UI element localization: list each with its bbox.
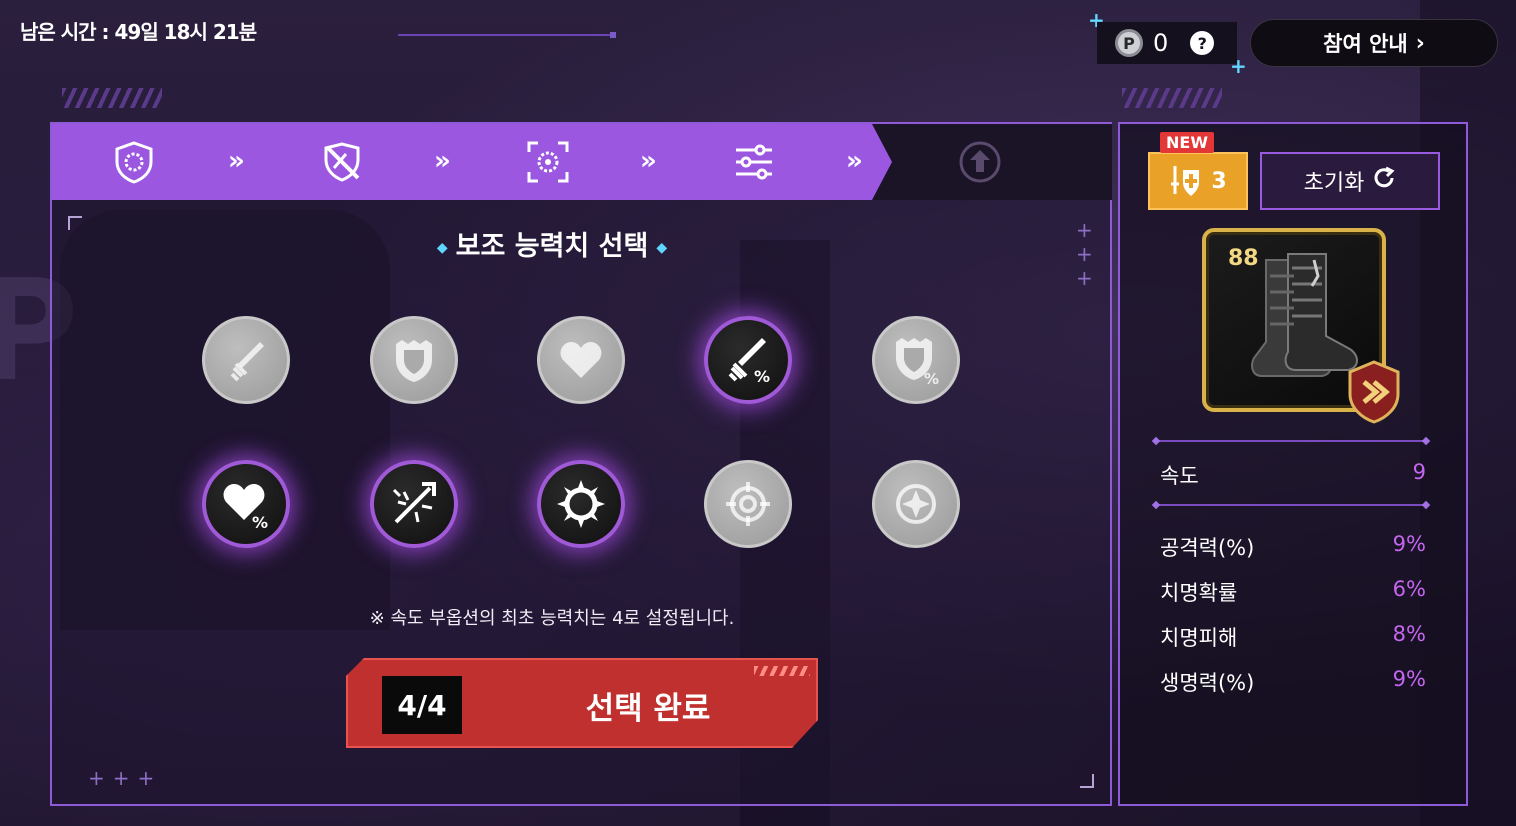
option-crit-damage[interactable] bbox=[537, 460, 625, 548]
slashed-shield-sword-icon bbox=[318, 138, 366, 186]
corner-bracket bbox=[1080, 774, 1094, 788]
sub-stat-value: 8% bbox=[1392, 622, 1426, 646]
option-effect-resistance[interactable] bbox=[872, 460, 960, 548]
option-effectiveness[interactable] bbox=[704, 460, 792, 548]
deco-stripes-right bbox=[1122, 88, 1222, 108]
timer-divider bbox=[398, 32, 616, 38]
sub-stat-row: 치명피해 8% bbox=[1160, 622, 1426, 652]
option-defense-percent[interactable]: % bbox=[872, 316, 960, 404]
sub-stat-row: 생명력(%) 9% bbox=[1160, 667, 1426, 697]
step-arrow-icon: » bbox=[846, 146, 863, 176]
new-badge: NEW bbox=[1160, 132, 1214, 153]
main-stat-row: 속도 9 bbox=[1160, 460, 1426, 490]
button-stripes bbox=[754, 666, 810, 676]
step-progress-bar: » » » » bbox=[52, 124, 1112, 200]
option-defense[interactable] bbox=[370, 316, 458, 404]
speed-substat-note: ※ 속도 부옵션의 최초 능력치는 4로 설정됩니다. bbox=[369, 608, 735, 629]
enhancement-badge[interactable]: 3 bbox=[1148, 152, 1248, 210]
option-health[interactable] bbox=[537, 316, 625, 404]
crosshair-icon bbox=[726, 482, 770, 526]
svg-text:%: % bbox=[252, 513, 268, 532]
help-icon[interactable]: ? bbox=[1190, 31, 1215, 55]
grade-emblem-icon bbox=[1348, 360, 1400, 424]
sub-stat-value: 9% bbox=[1392, 532, 1426, 556]
reset-button-label: 초기화 bbox=[1303, 171, 1365, 196]
main-stat-label: 속도 bbox=[1160, 464, 1199, 488]
currency-value: 0 bbox=[1153, 29, 1169, 57]
page-title: ◆ 보조 능력치 선택 ◆ bbox=[436, 231, 668, 262]
option-crit-rate[interactable] bbox=[370, 460, 458, 548]
sub-stat-row: 치명확률 6% bbox=[1160, 577, 1426, 607]
sliders-icon bbox=[730, 138, 778, 186]
equipment-slot[interactable]: 88 bbox=[1202, 228, 1400, 424]
plus-deco-icon: +++ bbox=[88, 766, 163, 790]
confirm-selection-button[interactable]: 4/4 선택 완료 bbox=[346, 658, 818, 748]
step-arrow-icon: » bbox=[640, 146, 657, 176]
selection-panel: » » » » + + + +++ ◆ 보조 능력치 선택 ◆ % % % ※ … bbox=[50, 122, 1112, 806]
burst-ring-icon bbox=[557, 480, 605, 528]
heart-icon bbox=[560, 342, 602, 378]
diamond-icon: ◆ bbox=[656, 239, 668, 256]
sub-stat-value: 6% bbox=[1392, 577, 1426, 601]
shield-icon bbox=[396, 340, 432, 382]
point-coin-icon: P bbox=[1115, 29, 1143, 57]
guide-button-label: 참여 안내 bbox=[1323, 32, 1408, 56]
stat-divider bbox=[1156, 504, 1426, 506]
stat-divider bbox=[1156, 440, 1426, 442]
heart-percent-icon: % bbox=[223, 484, 268, 532]
sword-icon bbox=[230, 342, 264, 382]
participation-guide-button[interactable]: 참여 안내 › bbox=[1250, 19, 1498, 67]
diamond-icon: ◆ bbox=[436, 239, 448, 256]
star-ring-icon bbox=[896, 484, 936, 524]
svg-text:%: % bbox=[754, 367, 770, 386]
selection-count: 4/4 bbox=[382, 676, 462, 734]
sub-stat-label: 치명확률 bbox=[1160, 581, 1238, 605]
refresh-icon bbox=[1372, 166, 1396, 196]
plus-deco-icon: + bbox=[1230, 54, 1247, 78]
shield-percent-icon: % bbox=[896, 338, 939, 388]
sub-stat-label: 치명피해 bbox=[1160, 626, 1238, 650]
item-preview-panel: 3 NEW 초기화 88 속도 9 공격력(%) 9% 치명확률 6% 치명피해… bbox=[1118, 122, 1468, 806]
sub-stat-label: 공격력(%) bbox=[1160, 536, 1255, 560]
upgrade-icon bbox=[956, 138, 1004, 186]
step-arrow-icon: » bbox=[434, 146, 451, 176]
ring-shield-icon bbox=[110, 138, 158, 186]
crit-arrow-icon bbox=[392, 482, 436, 524]
chevron-right-icon: › bbox=[1415, 30, 1425, 56]
reset-button[interactable]: 초기화 bbox=[1260, 152, 1440, 210]
option-attack[interactable] bbox=[202, 316, 290, 404]
sword-shield-icon bbox=[1171, 166, 1200, 196]
deco-stripes-left bbox=[62, 88, 162, 108]
remaining-time: 남은 시간 : 49일 18시 21분 bbox=[20, 20, 257, 44]
step-arrow-icon: » bbox=[228, 146, 245, 176]
sword-percent-icon: % bbox=[728, 338, 770, 386]
sub-stat-label: 생명력(%) bbox=[1160, 671, 1255, 695]
sub-stat-value: 9% bbox=[1392, 667, 1426, 691]
option-health-percent[interactable]: % bbox=[202, 460, 290, 548]
svg-text:%: % bbox=[924, 370, 939, 388]
sub-stat-row: 공격력(%) 9% bbox=[1160, 532, 1426, 562]
currency-box: P 0 ? bbox=[1097, 22, 1237, 64]
badge-count: 3 bbox=[1211, 168, 1227, 194]
target-focus-icon bbox=[524, 138, 572, 186]
option-attack-percent[interactable]: % bbox=[704, 316, 792, 404]
main-stat-value: 9 bbox=[1412, 460, 1426, 484]
